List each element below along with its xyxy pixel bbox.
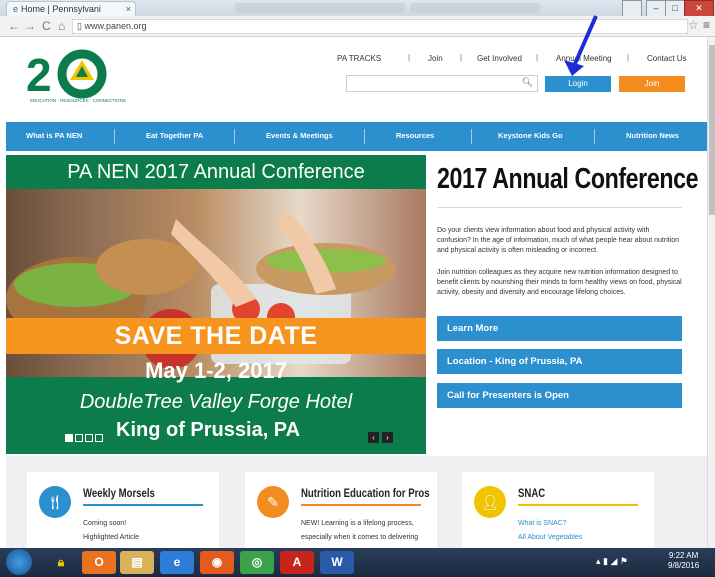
windows-taskbar: 🔒︎ O ▤ e ◉ ◎ A W ▴ ▮ ◢ ⚑ 9:22 AM 9/8/201… bbox=[0, 548, 715, 577]
background-window-title bbox=[235, 3, 405, 13]
firefox-icon[interactable]: ◉ bbox=[200, 551, 234, 574]
call-for-presenters-button[interactable]: Call for Presenters is Open bbox=[437, 383, 682, 408]
card-title: Nutrition Education for Pros bbox=[301, 486, 430, 500]
ie-favicon-icon: e bbox=[13, 4, 19, 14]
browser-menu-icon[interactable]: ≡ bbox=[703, 18, 710, 32]
slider-prev-icon[interactable]: ‹ bbox=[368, 432, 379, 443]
clock-date: 9/8/2016 bbox=[668, 561, 700, 570]
hero-city: King of Prussia, PA bbox=[116, 419, 301, 441]
topnav-pa-tracks[interactable]: PA TRACKS bbox=[337, 54, 381, 63]
person-icon: 👤︎ bbox=[474, 486, 506, 518]
learn-more-button[interactable]: Learn More bbox=[437, 316, 682, 341]
slider-dot-2[interactable] bbox=[75, 434, 83, 442]
conference-paragraph-2: Join nutrition colleagues as they acquir… bbox=[437, 269, 682, 296]
search-box[interactable]: 🔍︎ bbox=[346, 75, 538, 92]
tab-close-icon[interactable]: × bbox=[126, 2, 131, 16]
browser-toolbar: ← → C ⌂ ▯ www.panen.org ☆ ≡ bbox=[0, 16, 715, 37]
slider-next-icon[interactable]: › bbox=[382, 432, 393, 443]
scrollbar-thumb[interactable] bbox=[709, 45, 715, 215]
background-window-title bbox=[410, 3, 540, 13]
browser-tab[interactable]: e Home | Pennsylvani × bbox=[6, 1, 136, 17]
bandage-icon: ✎ bbox=[257, 486, 289, 518]
internet-explorer-icon[interactable]: e bbox=[160, 551, 194, 574]
mainnav-resources[interactable]: Resources bbox=[396, 131, 434, 140]
back-arrow-icon[interactable]: ← bbox=[8, 19, 20, 33]
conference-heading: 2017 Annual Conference bbox=[437, 163, 699, 195]
card-title: Weekly Morsels bbox=[83, 486, 155, 500]
word-icon[interactable]: W bbox=[320, 551, 354, 574]
hero-dates: May 1-2, 2017 bbox=[145, 358, 287, 383]
taskbar-clock[interactable]: 9:22 AM 9/8/2016 bbox=[668, 551, 699, 571]
hero-hotel: DoubleTree Valley Forge Hotel bbox=[79, 391, 353, 413]
topnav-contact-us[interactable]: Contact Us bbox=[647, 54, 687, 63]
card-nutrition-education[interactable]: ✎ Nutrition Education for Pros NEW! Lear… bbox=[245, 472, 437, 552]
divider bbox=[437, 207, 682, 208]
mainnav-what-is-pa-nen[interactable]: What is PA NEN bbox=[26, 131, 82, 140]
mainnav-nutrition-news[interactable]: Nutrition News bbox=[626, 131, 679, 140]
slider-dot-3[interactable] bbox=[85, 434, 93, 442]
close-window-button[interactable]: ✕ bbox=[684, 0, 714, 17]
forward-arrow-icon[interactable]: → bbox=[24, 19, 36, 33]
slider-dots bbox=[65, 434, 105, 444]
mainnav-keystone-kids-go[interactable]: Keystone Kids Go bbox=[498, 131, 563, 140]
location-button[interactable]: Location - King of Prussia, PA bbox=[437, 349, 682, 374]
bookmark-star-icon[interactable]: ☆ bbox=[688, 18, 699, 32]
search-input[interactable] bbox=[347, 76, 518, 89]
search-icon[interactable]: 🔍︎ bbox=[522, 77, 533, 88]
profile-button[interactable] bbox=[622, 0, 642, 17]
card-weekly-morsels[interactable]: 🍴︎ Weekly Morsels Coming soon! Highlight… bbox=[27, 472, 219, 552]
system-tray[interactable]: ▴ ▮ ◢ ⚑ bbox=[596, 556, 628, 567]
acrobat-icon[interactable]: A bbox=[280, 551, 314, 574]
home-icon[interactable]: ⌂ bbox=[58, 19, 65, 33]
card-line[interactable]: Highlighted Article bbox=[83, 534, 139, 541]
save-the-date-banner: SAVE THE DATE bbox=[6, 318, 426, 354]
card-rule bbox=[518, 504, 638, 506]
hero-title: PA NEN 2017 Annual Conference bbox=[67, 161, 365, 183]
mainnav-events-meetings[interactable]: Events & Meetings bbox=[266, 131, 333, 140]
main-navigation: What is PA NEN Eat Together PA Events & … bbox=[6, 122, 707, 151]
url-text: www.panen.org bbox=[84, 21, 147, 31]
clock-time: 9:22 AM bbox=[668, 551, 699, 560]
card-rule bbox=[301, 504, 421, 506]
top-navigation: PA TRACKS | Join | Get Involved | Annual… bbox=[337, 53, 687, 63]
fork-knife-icon: 🍴︎ bbox=[39, 486, 71, 518]
join-button[interactable]: Join bbox=[619, 76, 685, 92]
slider-dot-1[interactable] bbox=[65, 434, 73, 442]
card-rule bbox=[83, 504, 203, 506]
reload-icon[interactable]: C bbox=[42, 19, 51, 33]
mainnav-eat-together-pa[interactable]: Eat Together PA bbox=[146, 131, 203, 140]
minimize-button[interactable]: – bbox=[646, 0, 666, 17]
card-line: Coming soon! bbox=[83, 520, 127, 527]
slider-arrows: ‹ › bbox=[368, 432, 396, 443]
logo-tagline: EDUCATION · RESOURCES · CONNECTIONS bbox=[30, 98, 126, 103]
card-title: SNAC bbox=[518, 486, 546, 500]
card-link[interactable]: What is SNAC? bbox=[518, 520, 567, 527]
page-scrollbar[interactable] bbox=[707, 37, 715, 548]
lock-icon[interactable]: 🔒︎ bbox=[44, 551, 78, 574]
conference-paragraph-1: Do your clients view information about f… bbox=[437, 227, 680, 254]
chrome-icon[interactable]: ◎ bbox=[240, 551, 274, 574]
svg-text:2: 2 bbox=[26, 49, 52, 101]
panen-20-logo[interactable]: 2 EDUCATION · RESOURCES · CONNECTIONS bbox=[24, 46, 134, 110]
annotation-arrow-icon bbox=[564, 15, 598, 76]
tab-title: Home | Pennsylvani bbox=[21, 4, 101, 14]
start-button[interactable] bbox=[6, 549, 32, 575]
card-link[interactable]: All About Vegetables bbox=[518, 534, 582, 541]
slider-dot-4[interactable] bbox=[95, 434, 103, 442]
login-button[interactable]: Login bbox=[545, 76, 611, 92]
card-line: especially when it comes to delivering bbox=[301, 534, 419, 541]
card-snac[interactable]: 👤︎ SNAC What is SNAC? All About Vegetabl… bbox=[462, 472, 654, 552]
maximize-button[interactable]: □ bbox=[665, 0, 685, 17]
outlook-icon[interactable]: O bbox=[82, 551, 116, 574]
card-line: NEW! Learning is a lifelong process, bbox=[301, 520, 414, 527]
hero-slider[interactable]: PA NEN 2017 Annual Conference SAVE THE D… bbox=[6, 155, 426, 454]
file-explorer-icon[interactable]: ▤ bbox=[120, 551, 154, 574]
topnav-get-involved[interactable]: Get Involved bbox=[477, 54, 522, 63]
topnav-join[interactable]: Join bbox=[428, 54, 443, 63]
